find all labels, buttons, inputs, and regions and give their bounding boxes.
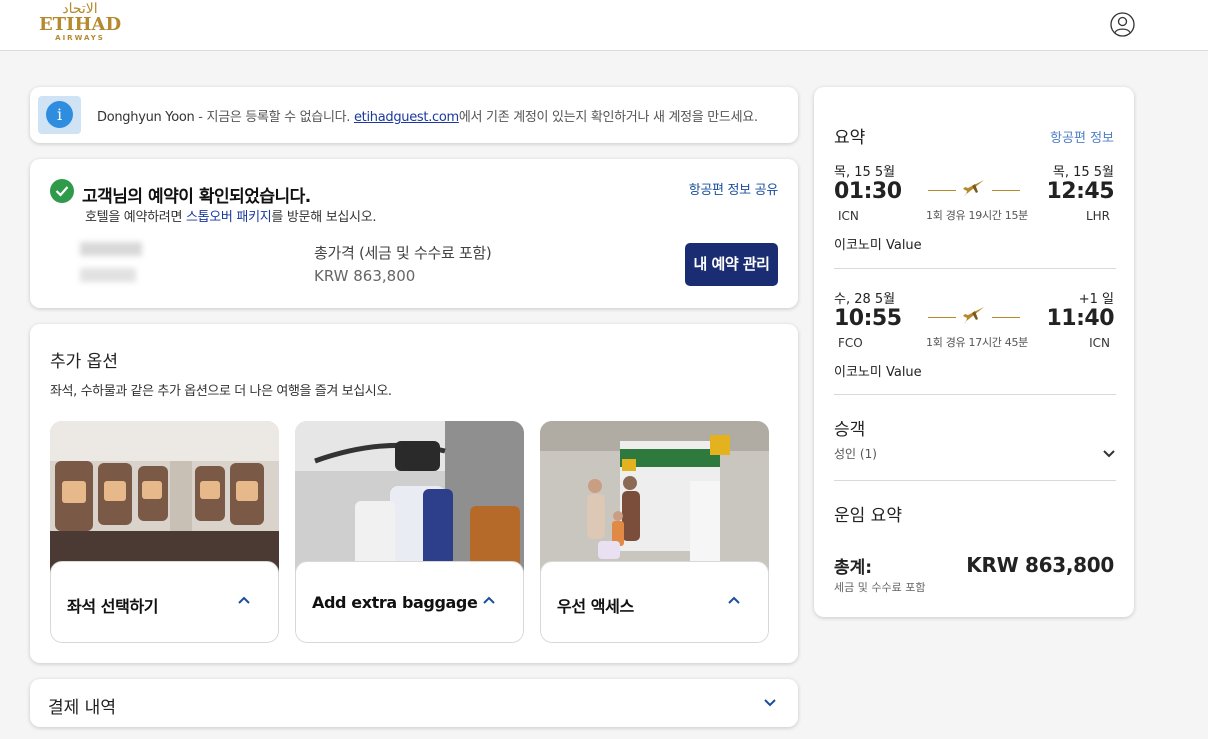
stops-duration: 1회 경유 17시간 45분 <box>926 336 1029 349</box>
route-line <box>928 190 956 191</box>
info-icon: i <box>46 101 73 128</box>
arrival-airport: ICN <box>1089 336 1110 350</box>
booking-reference-label-redacted <box>80 242 142 256</box>
priority-access-card[interactable]: 우선 액세스 <box>540 421 769 643</box>
info-message: Donghyun Yoon - 지금은 등록할 수 없습니다. etihadgu… <box>97 106 758 125</box>
summary-title: 요약 <box>834 128 866 148</box>
airplane-icon <box>963 180 984 196</box>
total-price-label: 총가격 (세금 및 수수료 포함) <box>314 244 492 262</box>
payment-details-accordion[interactable]: 결제 내역 <box>30 679 798 727</box>
chevron-up-icon[interactable] <box>238 596 250 604</box>
logo-name: ETIHAD <box>38 14 122 35</box>
seat-selection-card[interactable]: 좌석 선택하기 <box>50 421 279 643</box>
info-text-after: 에서 기존 계정이 있는지 확인하거나 새 계정을 만드세요. <box>458 110 758 125</box>
departure-time: 01:30 <box>834 179 902 204</box>
seat-selection-label: 좌석 선택하기 <box>67 597 159 616</box>
booking-reference-redacted <box>80 268 136 282</box>
cabin-class: 이코노미 Value <box>834 365 922 380</box>
stopover-package-link[interactable]: 스톱오버 패키지 <box>186 210 272 225</box>
etihad-logo[interactable]: الاتحاد ETIHAD AIRWAYS <box>38 2 122 44</box>
share-flight-info-link[interactable]: 항공편 정보 공유 <box>689 179 779 198</box>
divider <box>834 480 1116 481</box>
booking-summary-panel: 요약 항공편 정보 목, 15 5월 목, 15 5월 01:30 12:45 … <box>814 87 1134 617</box>
cabin-class: 이코노미 Value <box>834 238 922 253</box>
cabin-seats-image <box>50 421 279 581</box>
arrival-date: +1 일 <box>1078 292 1114 307</box>
account-info-banner: i Donghyun Yoon - 지금은 등록할 수 없습니다. etihad… <box>30 87 798 143</box>
route-line <box>992 317 1020 318</box>
route-line <box>928 317 956 318</box>
departure-airport: FCO <box>838 336 863 350</box>
info-text-before: 지금은 등록할 수 없습니다. <box>206 110 354 125</box>
passengers-title: 승객 <box>834 420 866 440</box>
flight-info-link[interactable]: 항공편 정보 <box>1050 127 1114 146</box>
priority-access-label-box: 우선 액세스 <box>540 561 769 643</box>
divider <box>834 268 1116 269</box>
total-label: 총계: <box>834 558 873 578</box>
arrival-time: 11:40 <box>1046 306 1114 331</box>
chevron-up-icon[interactable] <box>728 596 740 604</box>
departure-date: 목, 15 5월 <box>834 165 896 180</box>
extra-baggage-card[interactable]: Add extra baggage <box>295 421 524 643</box>
info-icon-box: i <box>38 96 81 134</box>
confirmation-title: 고객님의 예약이 확인되었습니다. <box>82 187 311 207</box>
total-price-value: KRW 863,800 <box>314 267 416 285</box>
user-circle-icon[interactable] <box>1110 12 1135 37</box>
confirmation-subtitle: 호텔을 예약하려면 스톱오버 패키지를 방문해 보십시오. <box>85 206 376 225</box>
arrival-airport: LHR <box>1085 209 1110 223</box>
subtitle-before: 호텔을 예약하려면 <box>85 210 186 225</box>
departure-time: 10:55 <box>834 306 902 331</box>
check-circle-icon <box>50 179 74 203</box>
manage-booking-button[interactable]: 내 예약 관리 <box>685 243 778 286</box>
divider <box>834 394 1116 395</box>
departure-airport: ICN <box>838 209 859 223</box>
passenger-name: Donghyun Yoon <box>97 110 195 125</box>
outbound-segment: 목, 15 5월 목, 15 5월 01:30 12:45 ICN LHR 1회… <box>834 161 1114 253</box>
arrival-time: 12:45 <box>1046 179 1114 204</box>
tax-note: 세금 및 수수료 포함 <box>834 581 926 594</box>
chevron-up-icon[interactable] <box>483 596 495 604</box>
stops-duration: 1회 경유 19시간 15분 <box>926 209 1029 222</box>
fare-summary-title: 운임 요약 <box>834 506 902 526</box>
arrival-date: 목, 15 5월 <box>1052 165 1114 180</box>
etihadguest-link[interactable]: etihadguest.com <box>354 110 459 125</box>
priority-access-label: 우선 액세스 <box>557 597 634 616</box>
payment-details-title: 결제 내역 <box>48 698 116 718</box>
route-line <box>992 190 1020 191</box>
logo-sub: AIRWAYS <box>55 34 105 42</box>
baggage-image <box>295 421 524 581</box>
extra-baggage-label: Add extra baggage <box>312 593 478 612</box>
subtitle-after: 를 방문해 보십시오. <box>271 210 377 225</box>
chevron-down-icon[interactable] <box>764 699 776 707</box>
airplane-icon <box>963 307 984 323</box>
total-value: KRW 863,800 <box>966 553 1114 577</box>
top-header: الاتحاد ETIHAD AIRWAYS <box>0 0 1208 51</box>
booking-confirmation-card: 고객님의 예약이 확인되었습니다. 호텔을 예약하려면 스톱오버 패키지를 방문… <box>30 159 798 308</box>
passengers-count: 성인 (1) <box>834 447 877 461</box>
chevron-down-icon[interactable] <box>1103 450 1115 458</box>
airport-checkin-image <box>540 421 769 581</box>
extras-card: 추가 옵션 좌석, 수하물과 같은 추가 옵션으로 더 나은 여행을 즐겨 보십… <box>30 324 798 663</box>
seat-selection-label-box: 좌석 선택하기 <box>50 561 279 643</box>
info-separator: - <box>194 110 207 125</box>
extras-title: 추가 옵션 <box>50 352 118 372</box>
extras-subtitle: 좌석, 수하물과 같은 추가 옵션으로 더 나은 여행을 즐겨 보십시오. <box>50 384 392 399</box>
departure-date: 수, 28 5월 <box>834 292 896 307</box>
return-segment: 수, 28 5월 +1 일 10:55 11:40 FCO ICN 1회 경유 … <box>834 288 1114 380</box>
extra-baggage-label-box: Add extra baggage <box>295 561 524 643</box>
